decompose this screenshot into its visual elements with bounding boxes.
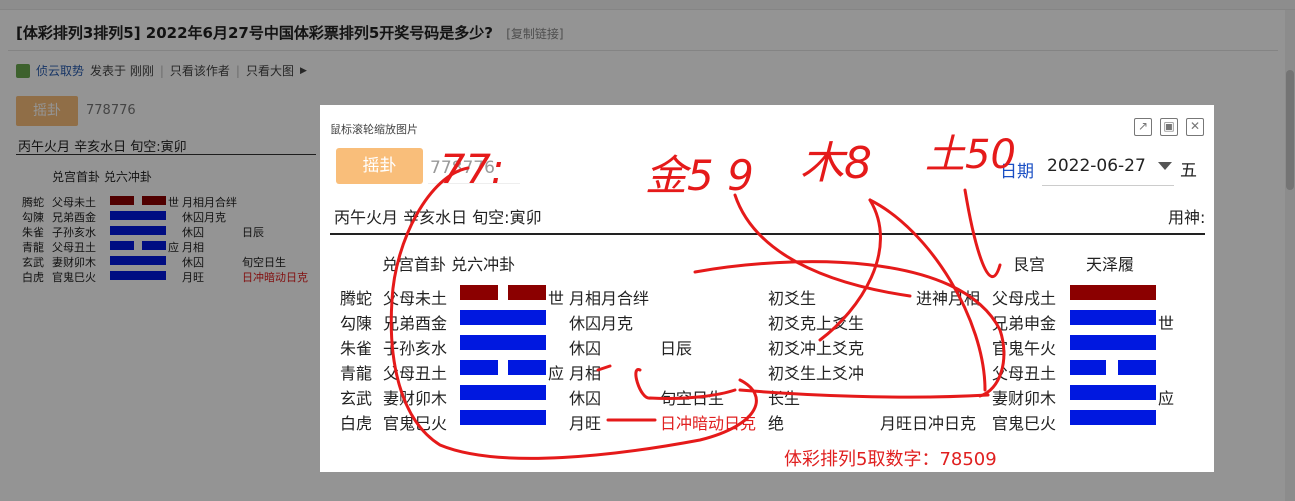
yin-line-segment	[508, 360, 546, 375]
changed-yin-line-segment	[1118, 360, 1156, 375]
six-spirit: 朱雀	[340, 339, 373, 358]
line-state: 休囚月克	[569, 314, 634, 333]
yao-row: 玄武 妻财卯木 休囚 旬空日生 长生 妻财卯木应	[320, 385, 1214, 409]
yao-row: 腾蛇 父母未土 世月相月合绊 初爻生 进神月相 父母戌土	[320, 285, 1214, 309]
changed-yin-line-segment	[1070, 360, 1106, 375]
day-relation: 旬空日生	[660, 389, 725, 408]
number-input[interactable]	[428, 152, 520, 184]
changed-gua-palace: 艮宫	[1013, 255, 1046, 274]
six-spirit: 玄武	[340, 389, 373, 408]
six-spirit: 勾陳	[340, 314, 373, 333]
line-state: 月相	[569, 364, 602, 383]
changed-yang-line	[1070, 310, 1156, 325]
six-relation: 妻财卯木	[383, 389, 448, 408]
changed-shi-ying-mark: 应	[1158, 389, 1175, 408]
changed-shi-ying-mark: 世	[1158, 314, 1175, 333]
shi-ying-mark: 应	[548, 364, 565, 383]
changed-yang-line	[1070, 410, 1156, 425]
change-relation: 长生	[768, 389, 801, 408]
change-state: 月旺日冲日克	[880, 414, 977, 433]
changed-yang-line	[1070, 385, 1156, 400]
changed-relation: 官鬼午火	[992, 339, 1057, 358]
six-relation: 兄弟酉金	[383, 314, 448, 333]
header-divider	[330, 233, 1205, 235]
six-relation: 官鬼巳火	[383, 414, 448, 433]
yongshen-label: 用神:	[1168, 208, 1206, 227]
date-label: 日期	[1000, 162, 1034, 182]
six-spirit: 腾蛇	[340, 289, 373, 308]
yang-line	[460, 335, 546, 350]
changed-relation: 父母戌土	[992, 289, 1057, 308]
summary-text: 体彩排列5取数字：78509	[784, 449, 997, 470]
yang-line	[460, 385, 546, 400]
yin-line-segment	[460, 285, 498, 300]
yao-row: 勾陳 兄弟酉金 休囚月克 初爻克上爻生 兄弟申金 世	[320, 310, 1214, 334]
day-relation: 日冲暗动日克	[660, 414, 757, 433]
day-relation: 日辰	[660, 339, 693, 358]
chevron-down-icon[interactable]	[1158, 162, 1172, 170]
zoom-hint: 鼠标滚轮缩放图片	[330, 123, 418, 136]
close-icon[interactable]: ✕	[1186, 118, 1204, 136]
change-relation: 初爻生上爻冲	[768, 364, 865, 383]
image-viewer-popup: 鼠标滚轮缩放图片 ↗ ▣ ✕ 摇卦 日期 2022-06-27 五 丙午火月 辛…	[320, 105, 1214, 472]
change-state: 进神月相	[916, 289, 981, 308]
month-day-info: 丙午火月 辛亥水日 旬空:寅卯	[334, 208, 542, 227]
yang-line	[460, 410, 546, 425]
shi-ying-mark: 世	[548, 289, 565, 308]
external-link-icon[interactable]: ↗	[1134, 118, 1152, 136]
shake-button[interactable]: 摇卦	[336, 148, 423, 184]
changed-yang-line	[1070, 285, 1156, 300]
change-relation: 初爻冲上爻克	[768, 339, 865, 358]
changed-relation: 妻财卯木	[992, 389, 1057, 408]
original-gua-names: 兑宫首卦 兑六冲卦	[382, 255, 516, 274]
changed-gua-name: 天泽履	[1086, 255, 1135, 274]
yao-row: 朱雀 子孙亥水 休囚 日辰 初爻冲上爻克 官鬼午火	[320, 335, 1214, 359]
line-state: 休囚	[569, 339, 602, 358]
line-state: 月旺	[569, 414, 602, 433]
yin-line-segment	[508, 285, 546, 300]
changed-relation: 父母丑土	[992, 364, 1057, 383]
six-spirit: 青龍	[340, 364, 373, 383]
six-relation: 父母丑土	[383, 364, 448, 383]
date-select[interactable]: 2022-06-27	[1042, 150, 1174, 186]
changed-relation: 兄弟申金	[992, 314, 1057, 333]
change-relation: 初爻生	[768, 289, 817, 308]
line-state: 月相月合绊	[569, 289, 650, 308]
yao-row: 青龍 父母丑土应月相 初爻生上爻冲 父母丑土	[320, 360, 1214, 384]
date-overflow-text: 五	[1180, 161, 1197, 181]
change-relation: 初爻克上爻生	[768, 314, 865, 333]
six-relation: 子孙亥水	[383, 339, 448, 358]
yang-line	[460, 310, 546, 325]
line-state: 休囚	[569, 389, 602, 408]
change-relation: 绝	[768, 414, 785, 433]
changed-relation: 官鬼巳火	[992, 414, 1057, 433]
six-spirit: 白虎	[340, 414, 373, 433]
changed-yang-line	[1070, 335, 1156, 350]
yin-line-segment	[460, 360, 498, 375]
restore-icon[interactable]: ▣	[1160, 118, 1178, 136]
six-relation: 父母未土	[383, 289, 448, 308]
yao-row: 白虎 官鬼巳火 月旺 日冲暗动日克绝月旺日冲日克 官鬼巳火	[320, 410, 1214, 434]
